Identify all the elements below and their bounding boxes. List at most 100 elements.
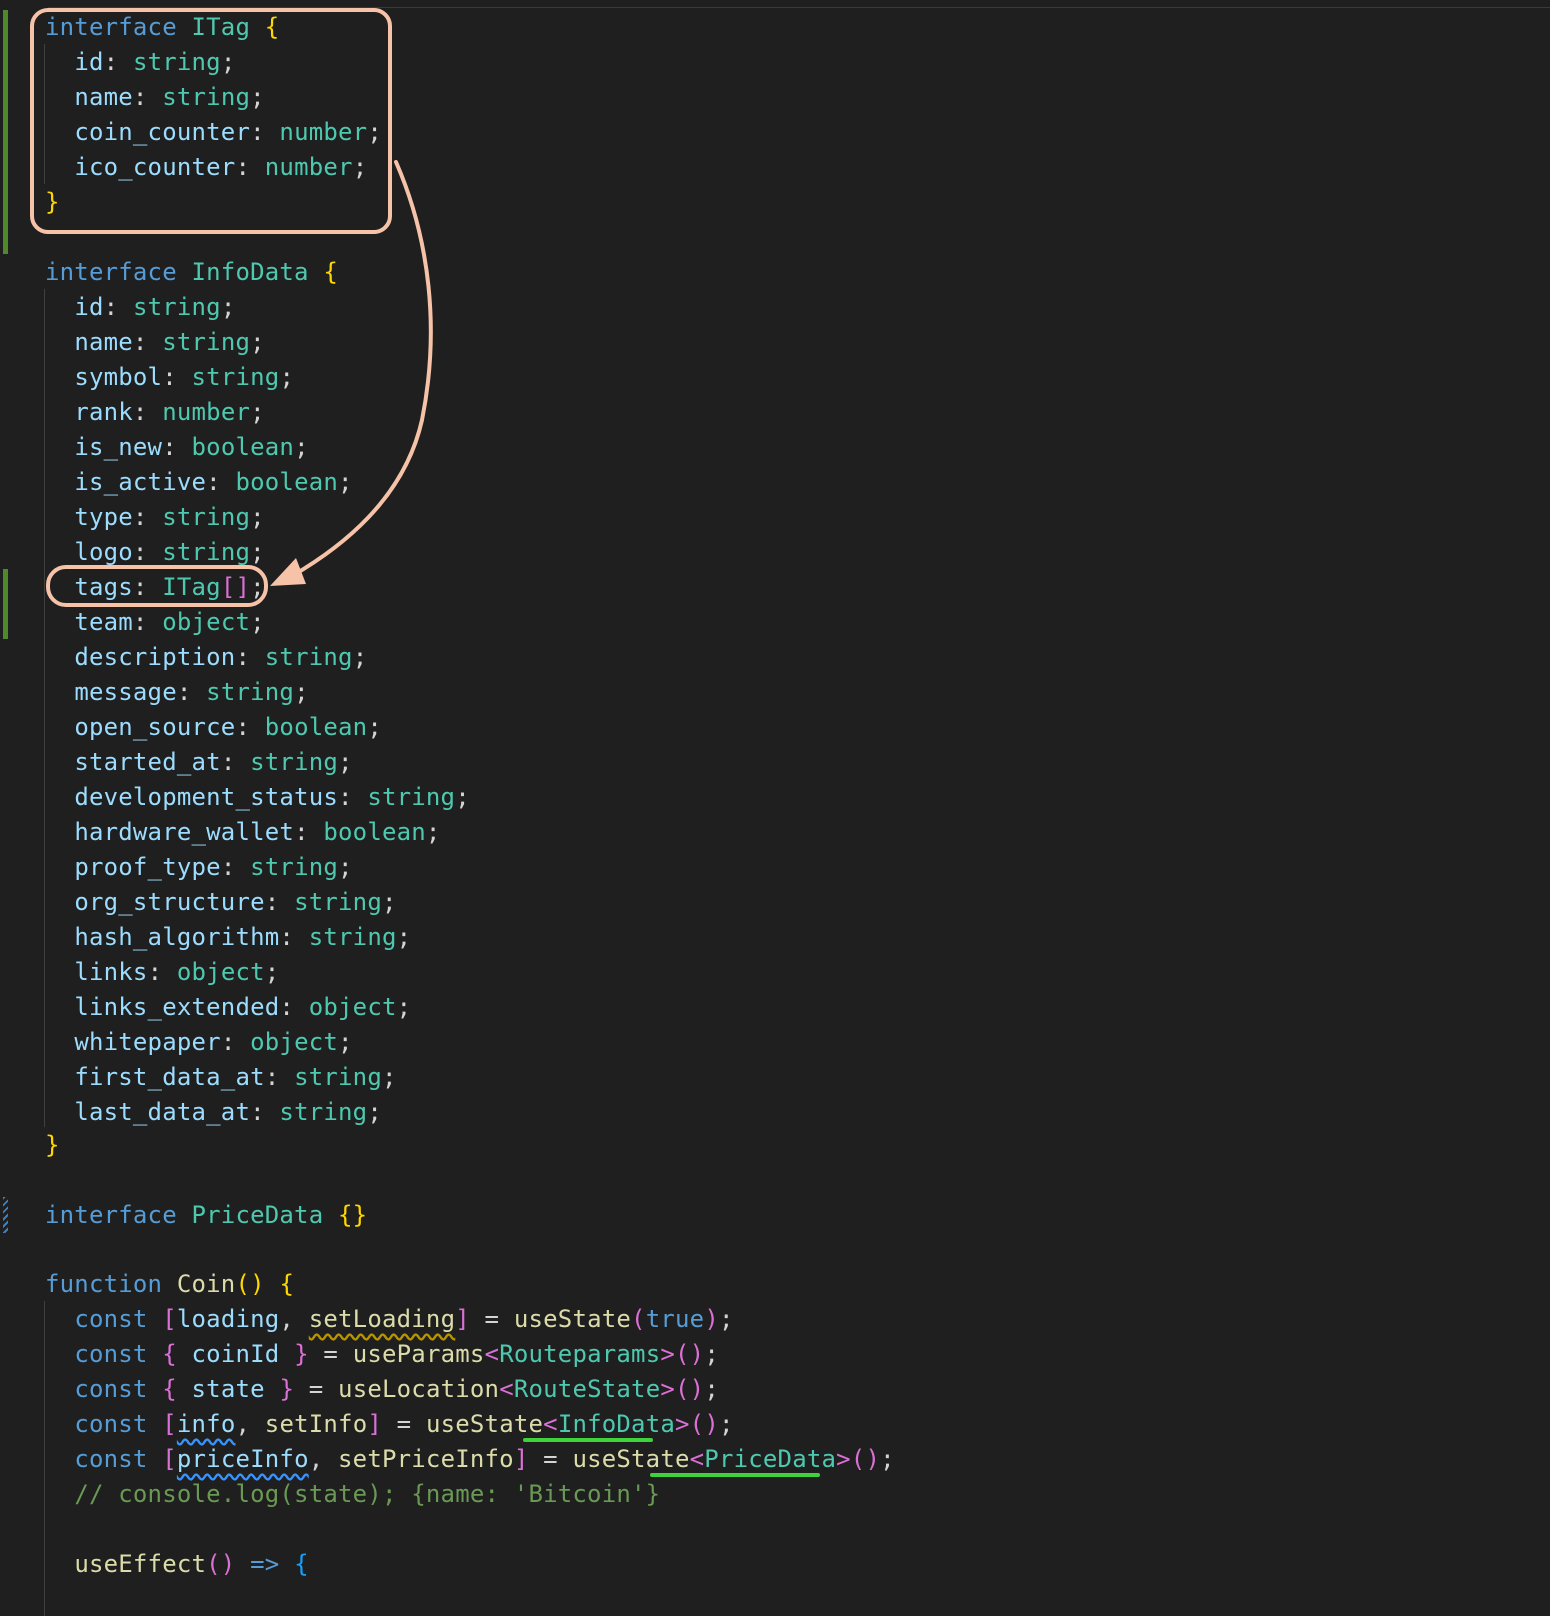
field-type: string — [162, 538, 251, 566]
field-type: string — [206, 678, 295, 706]
field-type: boolean — [191, 433, 295, 461]
code-line-field-started-at: started_at: string; — [74, 748, 353, 776]
field-name: type — [74, 503, 133, 531]
field-name: rank — [74, 398, 133, 426]
field-type: string — [162, 83, 251, 111]
code-line-comment: // console.log(state); {name: 'Bitcoin'} — [74, 1480, 661, 1508]
field-type: object — [250, 1028, 339, 1056]
code-line-field-name: name: string; — [74, 83, 265, 111]
field-name: last_data_at — [74, 1098, 251, 1126]
field-name: message — [74, 678, 177, 706]
field-type: string — [162, 503, 251, 531]
field-type: string — [132, 293, 221, 321]
code-line-field-type: type: string; — [74, 503, 265, 531]
code-line-info-state: const [info, setInfo] = useState<InfoDat… — [74, 1410, 734, 1438]
code-line-field-is-new: is_new: boolean; — [74, 433, 309, 461]
field-name: hardware_wallet — [74, 818, 295, 846]
field-name: name — [74, 83, 133, 111]
field-name: proof_type — [74, 853, 221, 881]
field-name: name — [74, 328, 133, 356]
field-name: hash_algorithm — [74, 923, 280, 951]
field-name: started_at — [74, 748, 221, 776]
field-type: string — [132, 48, 221, 76]
code-line-field-proof-type: proof_type: string; — [74, 853, 353, 881]
git-change-marker — [3, 569, 8, 639]
code-line-field-logo: logo: string; — [74, 538, 265, 566]
code-line-field-hardware-wallet: hardware_wallet: boolean; — [74, 818, 441, 846]
field-type: number — [279, 118, 368, 146]
field-type: object — [176, 958, 265, 986]
code-line-field-symbol: symbol: string; — [74, 363, 295, 391]
field-name: id — [74, 293, 104, 321]
field-name: whitepaper — [74, 1028, 221, 1056]
code-line-field-description: description: string; — [74, 643, 368, 671]
field-type: string — [162, 328, 251, 356]
field-name: id — [74, 48, 104, 76]
code-line-itag-header: interface ITag { — [45, 13, 280, 41]
editor-top-border — [48, 7, 1550, 8]
code-line-field-links-extended: links_extended: object; — [74, 993, 412, 1021]
field-type: number — [162, 398, 251, 426]
git-modified-marker — [3, 1197, 8, 1233]
array-brackets: [] — [220, 573, 251, 601]
code-line-useeffect: useEffect() => { — [74, 1550, 309, 1578]
field-type: string — [279, 1098, 368, 1126]
code-line-field-hash-algorithm: hash_algorithm: string; — [74, 923, 412, 951]
code-line-field-rank: rank: number; — [74, 398, 265, 426]
code-line-field-id: id: string; — [74, 48, 236, 76]
code-line-itag-close: } — [45, 188, 60, 216]
git-change-marker — [3, 10, 8, 254]
code-line-field-coin-counter: coin_counter: number; — [74, 118, 382, 146]
code-line-field-message: message: string; — [74, 678, 309, 706]
field-type: boolean — [323, 818, 426, 846]
field-name: is_active — [74, 468, 207, 496]
code-line-field-development-status: development_status: string; — [74, 783, 470, 811]
field-type: string — [264, 643, 353, 671]
code-line-field-links: links: object; — [74, 958, 280, 986]
code-line-infodata-header: interface InfoData { — [45, 258, 339, 286]
code-editor[interactable]: interface ITag { id: string; name: strin… — [0, 0, 1550, 1616]
arrow-curve — [290, 160, 433, 578]
code-line-field-first-data-at: first_data_at: string; — [74, 1063, 397, 1091]
field-name: team — [74, 608, 133, 636]
code-line-field-org-structure: org_structure: string; — [74, 888, 397, 916]
field-type: string — [250, 748, 339, 776]
field-type: string — [191, 363, 280, 391]
code-line-field-tags: tags: ITag[]; — [74, 573, 265, 601]
field-type: ITag — [162, 573, 221, 601]
field-name: links_extended — [74, 993, 280, 1021]
code-line-field-whitepaper: whitepaper: object; — [74, 1028, 353, 1056]
field-name: description — [74, 643, 236, 671]
field-type: object — [308, 993, 397, 1021]
code-line-coinid: const { coinId } = useParams<Routeparams… — [74, 1340, 719, 1368]
code-line-infodata-close: } — [45, 1131, 60, 1159]
code-line-state: const { state } = useLocation<RouteState… — [74, 1375, 719, 1403]
field-name: open_source — [74, 713, 236, 741]
field-name: org_structure — [74, 888, 265, 916]
code-line-priceinfo-state: const [priceInfo, setPriceInfo] = useSta… — [74, 1445, 895, 1473]
code-line-field-team: team: object; — [74, 608, 265, 636]
field-type: string — [308, 923, 397, 951]
field-type: string — [294, 1063, 382, 1091]
code-line-field-ico-counter: ico_counter: number; — [74, 153, 368, 181]
code-line-field-name: name: string; — [74, 328, 265, 356]
code-line-pricedata: interface PriceData {} — [45, 1201, 368, 1229]
pricedata-underline-annotation — [650, 1473, 820, 1477]
field-type: string — [250, 853, 339, 881]
field-type: string — [294, 888, 382, 916]
code-line-field-open-source: open_source: boolean; — [74, 713, 382, 741]
code-line-loading-state: const [loading, setLoading] = useState(t… — [74, 1305, 734, 1333]
code-line-field-is-active: is_active: boolean; — [74, 468, 353, 496]
field-name: development_status — [74, 783, 338, 811]
field-name: symbol — [74, 363, 163, 391]
field-type: object — [162, 608, 251, 636]
code-line-field-id: id: string; — [74, 293, 236, 321]
code-line-field-last-data-at: last_data_at: string; — [74, 1098, 382, 1126]
field-name: ico_counter — [74, 153, 236, 181]
field-name: tags — [74, 573, 133, 601]
field-name: links — [74, 958, 148, 986]
infodata-underline-annotation — [523, 1438, 653, 1442]
code-line-function-coin: function Coin() { — [45, 1270, 295, 1298]
field-name: is_new — [74, 433, 163, 461]
arrow-head — [270, 558, 306, 586]
